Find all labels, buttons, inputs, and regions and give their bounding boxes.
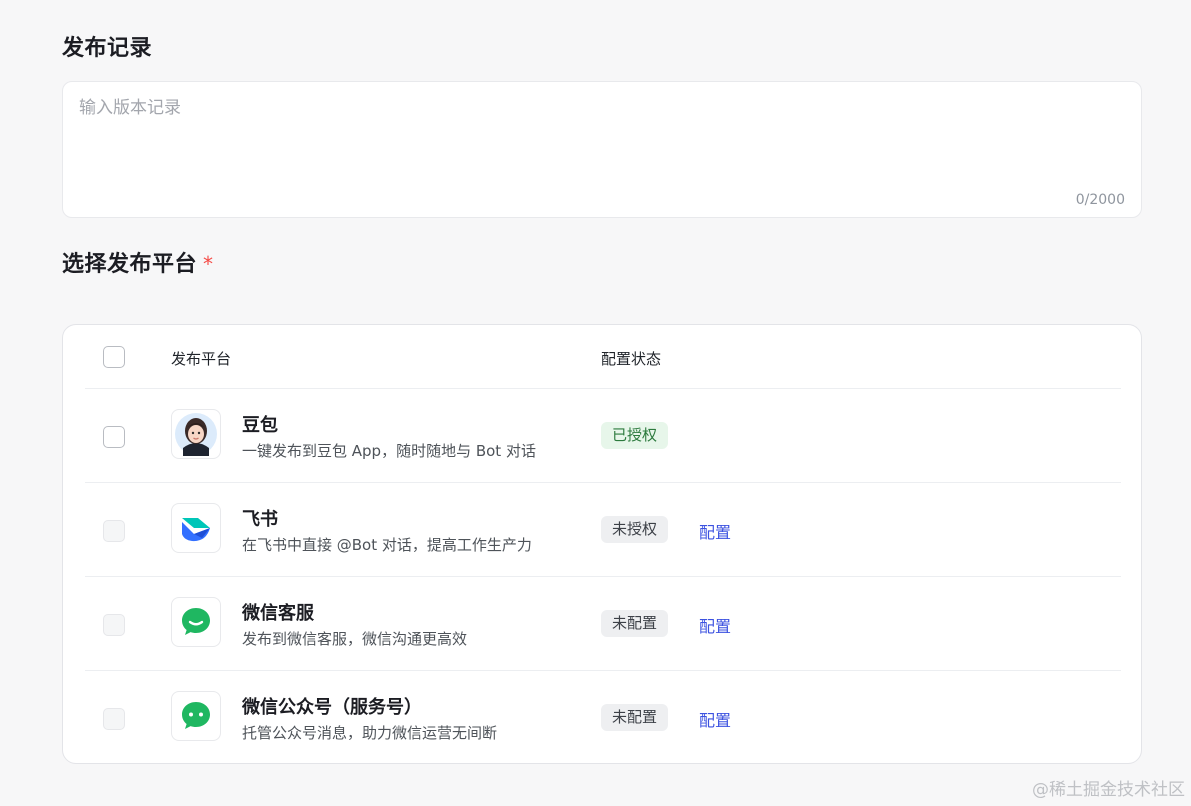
row-checkbox[interactable] xyxy=(103,614,125,636)
status-badge: 未配置 xyxy=(601,610,669,637)
platform-table: 发布平台 配置状态 豆包 一键发布到豆包 App，随时随地与 Bot 对话 已授… xyxy=(62,324,1142,764)
row-checkbox[interactable] xyxy=(103,426,125,448)
wechat-service-icon xyxy=(171,597,221,647)
config-link[interactable]: 配置 xyxy=(699,707,731,731)
platform-name: 微信公众号（服务号） xyxy=(242,697,422,718)
platform-title-text: 选择发布平台 xyxy=(62,252,198,277)
platform-desc: 发布到微信客服，微信沟通更高效 xyxy=(242,630,468,648)
doubao-avatar-icon xyxy=(171,409,221,459)
version-record-box: 0/2000 xyxy=(62,81,1142,218)
records-title: 发布记录 xyxy=(62,36,153,61)
platform-name: 微信客服 xyxy=(242,603,314,624)
table-row: 飞书 在飞书中直接 @Bot 对话，提高工作生产力 未授权 配置 xyxy=(85,483,1121,577)
wechat-official-icon xyxy=(171,691,221,741)
platform-desc: 托管公众号消息，助力微信运营无间断 xyxy=(242,724,498,742)
header-platform: 发布平台 xyxy=(171,350,232,368)
select-all-checkbox[interactable] xyxy=(103,346,125,368)
table-row: 微信客服 发布到微信客服，微信沟通更高效 未配置 配置 xyxy=(85,577,1121,671)
status-badge: 未配置 xyxy=(601,704,669,731)
header-status: 配置状态 xyxy=(601,350,662,368)
table-row: 微信公众号（服务号） 托管公众号消息，助力微信运营无间断 未配置 配置 xyxy=(85,671,1121,765)
publish-page: 发布记录 0/2000 选择发布平台* 发布平台 配置状态 xyxy=(0,0,1191,806)
platform-section-title: 选择发布平台 * xyxy=(62,246,214,278)
table-header: 发布平台 配置状态 xyxy=(85,325,1121,389)
platform-desc: 在飞书中直接 @Bot 对话，提高工作生产力 xyxy=(242,536,532,554)
row-checkbox[interactable] xyxy=(103,520,125,542)
table-row: 豆包 一键发布到豆包 App，随时随地与 Bot 对话 已授权 xyxy=(85,389,1121,483)
config-link[interactable]: 配置 xyxy=(699,519,731,543)
feishu-icon xyxy=(171,503,221,553)
status-badge: 已授权 xyxy=(601,422,669,449)
status-badge: 未授权 xyxy=(601,516,669,543)
config-link[interactable]: 配置 xyxy=(699,613,731,637)
row-checkbox[interactable] xyxy=(103,708,125,730)
required-mark: * xyxy=(203,252,214,276)
watermark: @稀土掘金技术社区 xyxy=(1032,780,1185,800)
platform-desc: 一键发布到豆包 App，随时随地与 Bot 对话 xyxy=(242,442,536,460)
version-record-input[interactable] xyxy=(63,82,1141,217)
platform-name: 飞书 xyxy=(242,509,278,530)
platform-name: 豆包 xyxy=(242,415,278,436)
char-counter: 0/2000 xyxy=(1075,192,1125,208)
